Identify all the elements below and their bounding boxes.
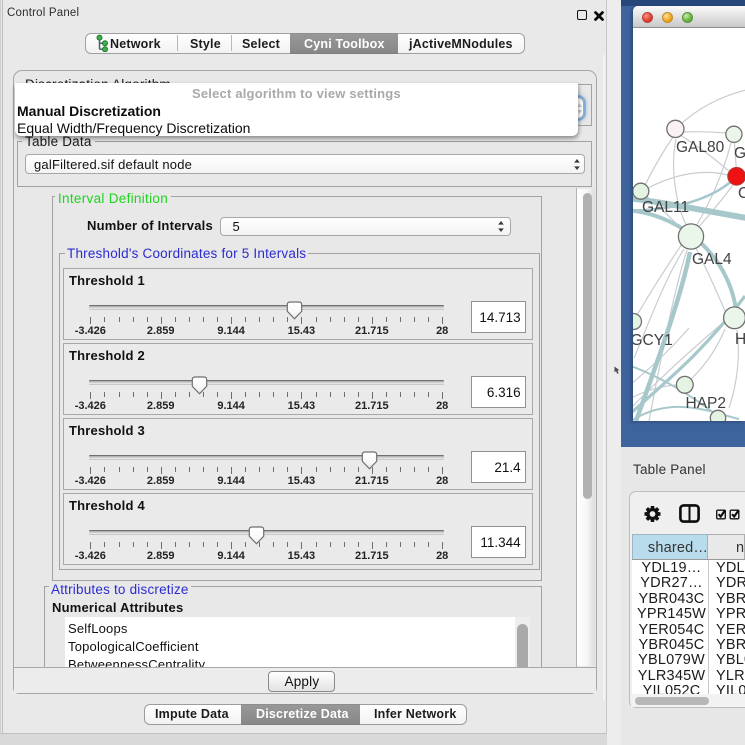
svg-text:HAP2: HAP2 bbox=[686, 395, 727, 412]
svg-text:GAL11: GAL11 bbox=[642, 199, 689, 216]
svg-text:GAL80: GAL80 bbox=[676, 139, 725, 156]
svg-text:GA: GA bbox=[734, 145, 745, 162]
svg-text:GAL4: GAL4 bbox=[692, 251, 732, 268]
svg-text:GCY1: GCY1 bbox=[633, 332, 673, 349]
svg-text:H: H bbox=[735, 331, 745, 348]
svg-text:C: C bbox=[738, 185, 745, 202]
